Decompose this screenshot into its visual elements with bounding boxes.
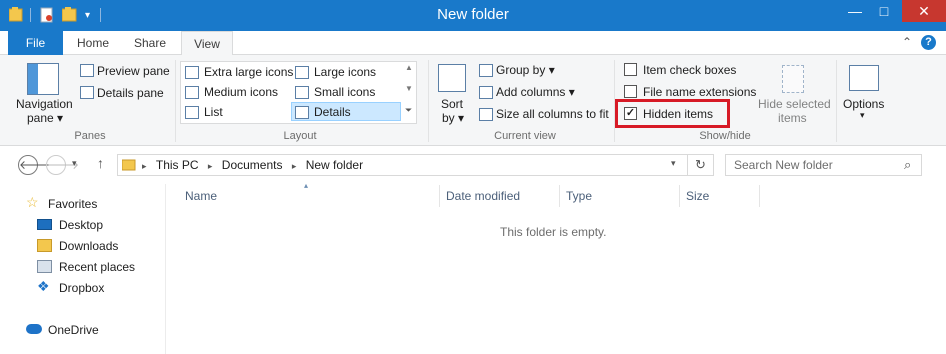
column-header-size[interactable]: Size bbox=[686, 189, 709, 203]
column-divider[interactable] bbox=[439, 185, 440, 207]
extra-large-icons-icon bbox=[185, 66, 199, 79]
navigation-pane-icon bbox=[27, 63, 59, 95]
star-icon: ☆ bbox=[26, 194, 39, 210]
hidden-items-option[interactable]: ✓ Hidden items bbox=[622, 105, 722, 123]
column-header-name[interactable]: Name bbox=[185, 189, 217, 203]
column-header-type[interactable]: Type bbox=[566, 189, 592, 203]
large-icons-icon bbox=[295, 66, 309, 79]
sort-indicator-icon: ▴ bbox=[304, 181, 309, 190]
layout-scroll-down-icon[interactable]: ▼ bbox=[405, 84, 413, 93]
navigation-pane-label-2: pane ▾ bbox=[27, 111, 64, 125]
breadcrumb-this-pc[interactable]: This PC bbox=[156, 158, 199, 172]
navigation-pane-button[interactable]: Navigation pane ▾ bbox=[10, 60, 78, 126]
group-divider bbox=[428, 60, 429, 142]
column-divider[interactable] bbox=[759, 185, 760, 207]
layout-list[interactable]: List bbox=[183, 103, 291, 121]
layout-group-label: Layout bbox=[283, 130, 317, 142]
hide-selected-items-icon bbox=[782, 65, 804, 93]
back-button[interactable]: 🡐 bbox=[18, 155, 51, 175]
tab-share[interactable]: Share bbox=[126, 31, 174, 56]
details-view-icon bbox=[295, 106, 309, 119]
group-by-icon bbox=[479, 64, 493, 77]
details-pane-icon bbox=[80, 86, 94, 99]
preview-pane-button[interactable]: Preview pane bbox=[78, 62, 170, 79]
list-view-icon bbox=[185, 106, 199, 119]
tab-view[interactable]: View bbox=[181, 31, 233, 56]
breadcrumb-new-folder[interactable]: New folder bbox=[306, 158, 363, 172]
layout-large-icons[interactable]: Large icons bbox=[293, 63, 401, 81]
close-button[interactable]: ✕ bbox=[902, 0, 946, 22]
layout-medium-icons[interactable]: Medium icons bbox=[183, 83, 291, 101]
recent-locations-dropdown-icon[interactable]: ▾ bbox=[72, 158, 77, 169]
desktop-icon bbox=[37, 219, 52, 230]
nav-item-favorites[interactable]: ☆ Favorites bbox=[26, 194, 146, 213]
details-pane-button[interactable]: Details pane bbox=[78, 84, 170, 101]
sort-by-button[interactable]: Sort by ▾ bbox=[435, 62, 471, 125]
search-input[interactable]: Search New folder ⌕ bbox=[725, 154, 922, 176]
file-name-extensions-checkbox[interactable] bbox=[624, 85, 637, 98]
layout-details[interactable]: Details bbox=[291, 102, 401, 121]
hide-selected-items-button[interactable]: Hide selected items bbox=[756, 62, 831, 125]
options-button[interactable]: Options ▾ bbox=[840, 62, 888, 124]
small-icons-icon bbox=[295, 86, 309, 99]
item-check-boxes-option[interactable]: Item check boxes bbox=[622, 61, 752, 79]
address-history-dropdown-icon[interactable]: ▾ bbox=[671, 158, 676, 169]
medium-icons-icon bbox=[185, 86, 199, 99]
help-icon[interactable]: ? bbox=[921, 35, 936, 50]
breadcrumb-separator-icon: ▸ bbox=[142, 161, 147, 171]
layout-extra-large-icons[interactable]: Extra large icons bbox=[183, 63, 293, 81]
current-view-group-label: Current view bbox=[494, 130, 556, 142]
options-dropdown-icon: ▾ bbox=[860, 110, 865, 120]
navigation-pane-label: Navigation bbox=[16, 97, 73, 111]
hidden-items-checkbox[interactable]: ✓ bbox=[624, 107, 637, 120]
sort-by-icon bbox=[438, 64, 466, 92]
nav-item-onedrive[interactable]: OneDrive bbox=[26, 321, 146, 339]
panes-group-label: Panes bbox=[74, 130, 106, 142]
dropbox-icon: ❖ bbox=[37, 278, 50, 294]
nav-item-recent-places[interactable]: Recent places bbox=[37, 258, 157, 276]
add-columns-button[interactable]: Add columns ▾ bbox=[477, 84, 597, 101]
preview-pane-icon bbox=[80, 64, 94, 77]
nav-item-downloads[interactable]: Downloads bbox=[37, 237, 147, 255]
breadcrumb: ▸ This PC ▸ Documents ▸ New folder bbox=[142, 158, 363, 172]
group-divider bbox=[836, 60, 837, 142]
maximize-button[interactable]: □ bbox=[870, 0, 898, 22]
tab-home[interactable]: Home bbox=[70, 31, 116, 56]
nav-item-dropbox[interactable]: ❖ Dropbox bbox=[37, 278, 147, 297]
breadcrumb-separator-icon: ▸ bbox=[291, 161, 297, 171]
minimize-ribbon-icon[interactable]: ⌃ bbox=[902, 35, 912, 49]
folder-icon bbox=[121, 158, 136, 171]
empty-folder-message: This folder is empty. bbox=[500, 225, 607, 239]
group-by-button[interactable]: Group by ▾ bbox=[477, 62, 597, 79]
size-columns-icon bbox=[479, 108, 493, 121]
forward-button[interactable]: 🡒 bbox=[46, 155, 79, 175]
minimize-button[interactable]: — bbox=[840, 0, 870, 22]
add-columns-icon bbox=[479, 86, 493, 99]
group-divider bbox=[175, 60, 176, 142]
refresh-button[interactable]: ↻ bbox=[688, 154, 714, 176]
address-bar[interactable]: ▸ This PC ▸ Documents ▸ New folder ▾ bbox=[117, 154, 688, 176]
item-check-boxes-checkbox[interactable] bbox=[624, 63, 637, 76]
options-icon bbox=[849, 65, 879, 91]
downloads-folder-icon bbox=[37, 239, 52, 252]
size-all-columns-button[interactable]: Size all columns to fit bbox=[477, 106, 609, 123]
up-button[interactable]: ↑ bbox=[97, 155, 104, 171]
tab-file[interactable]: File bbox=[8, 31, 63, 56]
breadcrumb-separator-icon: ▸ bbox=[207, 161, 213, 171]
column-divider[interactable] bbox=[559, 185, 560, 207]
column-divider[interactable] bbox=[679, 185, 680, 207]
layout-expand-icon[interactable]: ⏷ bbox=[405, 105, 412, 116]
breadcrumb-documents[interactable]: Documents bbox=[222, 158, 283, 172]
search-icon[interactable]: ⌕ bbox=[904, 157, 911, 173]
layout-scroll-up-icon[interactable]: ▲ bbox=[405, 63, 413, 72]
layout-small-icons[interactable]: Small icons bbox=[293, 83, 401, 101]
onedrive-icon bbox=[26, 324, 42, 334]
column-header-date-modified[interactable]: Date modified bbox=[446, 189, 520, 203]
nav-item-desktop[interactable]: Desktop bbox=[37, 216, 147, 234]
show-hide-group-label: Show/hide bbox=[699, 130, 751, 142]
recent-places-icon bbox=[37, 260, 52, 273]
window-title: New folder bbox=[437, 6, 509, 23]
